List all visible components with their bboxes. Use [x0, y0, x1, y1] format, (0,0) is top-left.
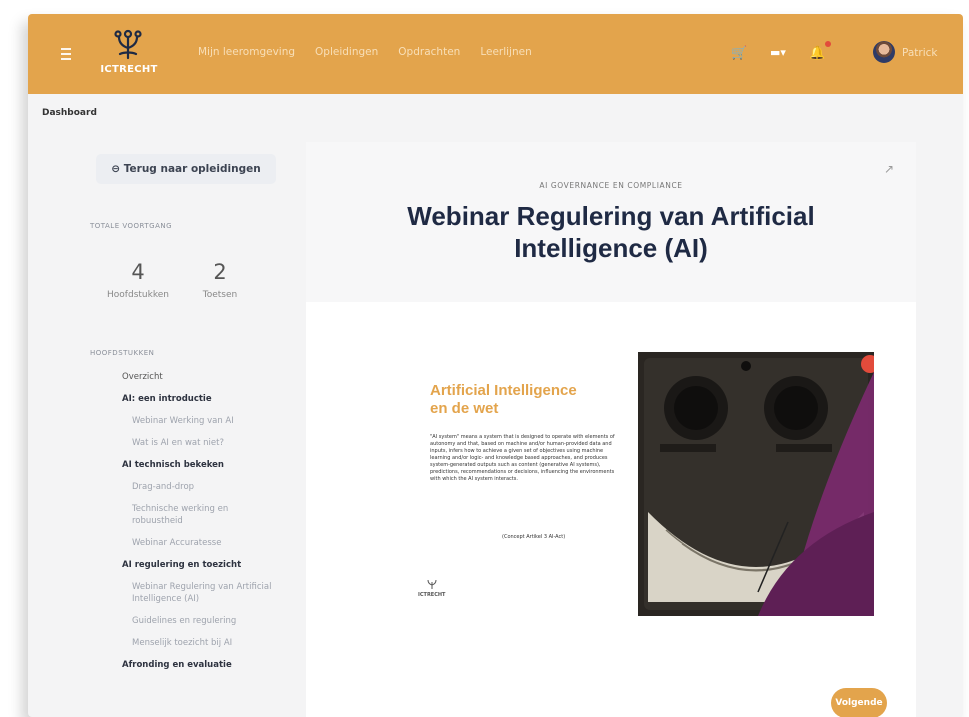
app-window: ICTRECHT Mijn leeromgeving Opleidingen O… [28, 14, 963, 717]
lesson-item[interactable]: Guidelines en regulering [86, 610, 286, 632]
notification-badge [825, 41, 831, 47]
course-kicker: AI GOVERNANCE EN COMPLIANCE [539, 181, 683, 190]
nav-item-opdrachten[interactable]: Opdrachten [398, 46, 460, 58]
course-sidebar: ⊖ Terug naar opleidingen TOTALE VOORTGAN… [86, 142, 284, 717]
slide-title-line2: en de wet [430, 400, 499, 417]
progress-stats: 4 Hoofdstukken 2 Toetsen [106, 260, 286, 310]
slide-title-line1: Artificial Intelligence [430, 382, 577, 399]
stat-tests-label: Toetsen [202, 290, 238, 300]
logo-mark-icon [114, 29, 142, 60]
lesson-item[interactable]: Menselijk toezicht bij AI [86, 632, 286, 654]
lesson-item[interactable]: Technische werking en robuustheid [86, 498, 286, 532]
top-navigation-bar: ICTRECHT Mijn leeromgeving Opleidingen O… [28, 14, 963, 94]
slide-logo-text: ICTRECHT [418, 592, 446, 598]
chapter-list: Overzicht AI: een introductie Webinar We… [86, 366, 286, 676]
chapter-item[interactable]: Overzicht [86, 366, 286, 388]
menu-icon[interactable] [61, 48, 71, 60]
nav-item-leerlijnen[interactable]: Leerlijnen [480, 46, 531, 58]
stat-chapters-label: Hoofdstukken [107, 290, 169, 300]
main-nav: Mijn leeromgeving Opleidingen Opdrachten… [198, 46, 532, 58]
chapter-item[interactable]: Afronding en evaluatie [86, 654, 286, 676]
logo[interactable]: ICTRECHT [94, 28, 164, 78]
cart-icon[interactable]: 🛒 [731, 46, 747, 61]
logo-text: ICTRECHT [100, 64, 158, 75]
back-to-courses-button[interactable]: ⊖ Terug naar opleidingen [96, 154, 276, 184]
chapter-item[interactable]: AI technisch bekeken [86, 454, 286, 476]
nav-item-opleidingen[interactable]: Opleidingen [315, 46, 378, 58]
lesson-item[interactable]: Drag-and-drop [86, 476, 286, 498]
back-circle-icon: ⊖ [111, 163, 124, 175]
slide-title: Artificial Intelligence en de wet [430, 382, 577, 418]
avatar[interactable] [873, 41, 895, 63]
breadcrumb[interactable]: Dashboard [42, 108, 97, 118]
slide-logo-icon [427, 579, 437, 589]
expand-icon[interactable]: ↗ [884, 162, 894, 176]
slide-source: (Concept Artikel 3 AI-Act) [502, 534, 566, 540]
page-title: Webinar Regulering van Artificial Intell… [407, 201, 815, 263]
lesson-item[interactable]: Webinar Accuratesse [86, 532, 286, 554]
slide-logo: ICTRECHT [418, 578, 445, 598]
stat-tests: 2 Toetsen [180, 260, 260, 300]
stat-chapters-value: 4 [131, 260, 145, 284]
back-button-label: Terug naar opleidingen [123, 163, 261, 175]
video-slide[interactable]: Artificial Intelligence en de wet "AI sy… [390, 338, 874, 628]
meter-photo [638, 352, 874, 616]
stat-tests-value: 2 [213, 260, 227, 284]
lesson-content: ↗ AI GOVERNANCE EN COMPLIANCE Webinar Re… [306, 142, 916, 717]
chapter-item[interactable]: AI regulering en toezicht [86, 554, 286, 576]
stat-chapters: 4 Hoofdstukken [98, 260, 178, 300]
bell-icon[interactable]: 🔔 [809, 46, 825, 61]
chapters-caption: HOOFDSTUKKEN [90, 349, 155, 357]
progress-caption: TOTALE VOORTGANG [90, 222, 173, 230]
nav-item-leeromgeving[interactable]: Mijn leeromgeving [198, 46, 295, 58]
lesson-item[interactable]: Webinar Werking van AI [86, 410, 286, 432]
user-name[interactable]: Patrick [902, 47, 938, 59]
lesson-item-active[interactable]: Webinar Regulering van Artificial Intell… [86, 576, 286, 610]
chapter-item[interactable]: AI: een introductie [86, 388, 286, 410]
lesson-header: ↗ AI GOVERNANCE EN COMPLIANCE Webinar Re… [306, 142, 916, 302]
slide-body: "AI system" means a system that is desig… [430, 434, 615, 482]
next-button[interactable]: Volgende [831, 688, 887, 717]
lesson-item[interactable]: Wat is AI en wat niet? [86, 432, 286, 454]
language-icon[interactable]: ▬▾ [770, 46, 786, 59]
